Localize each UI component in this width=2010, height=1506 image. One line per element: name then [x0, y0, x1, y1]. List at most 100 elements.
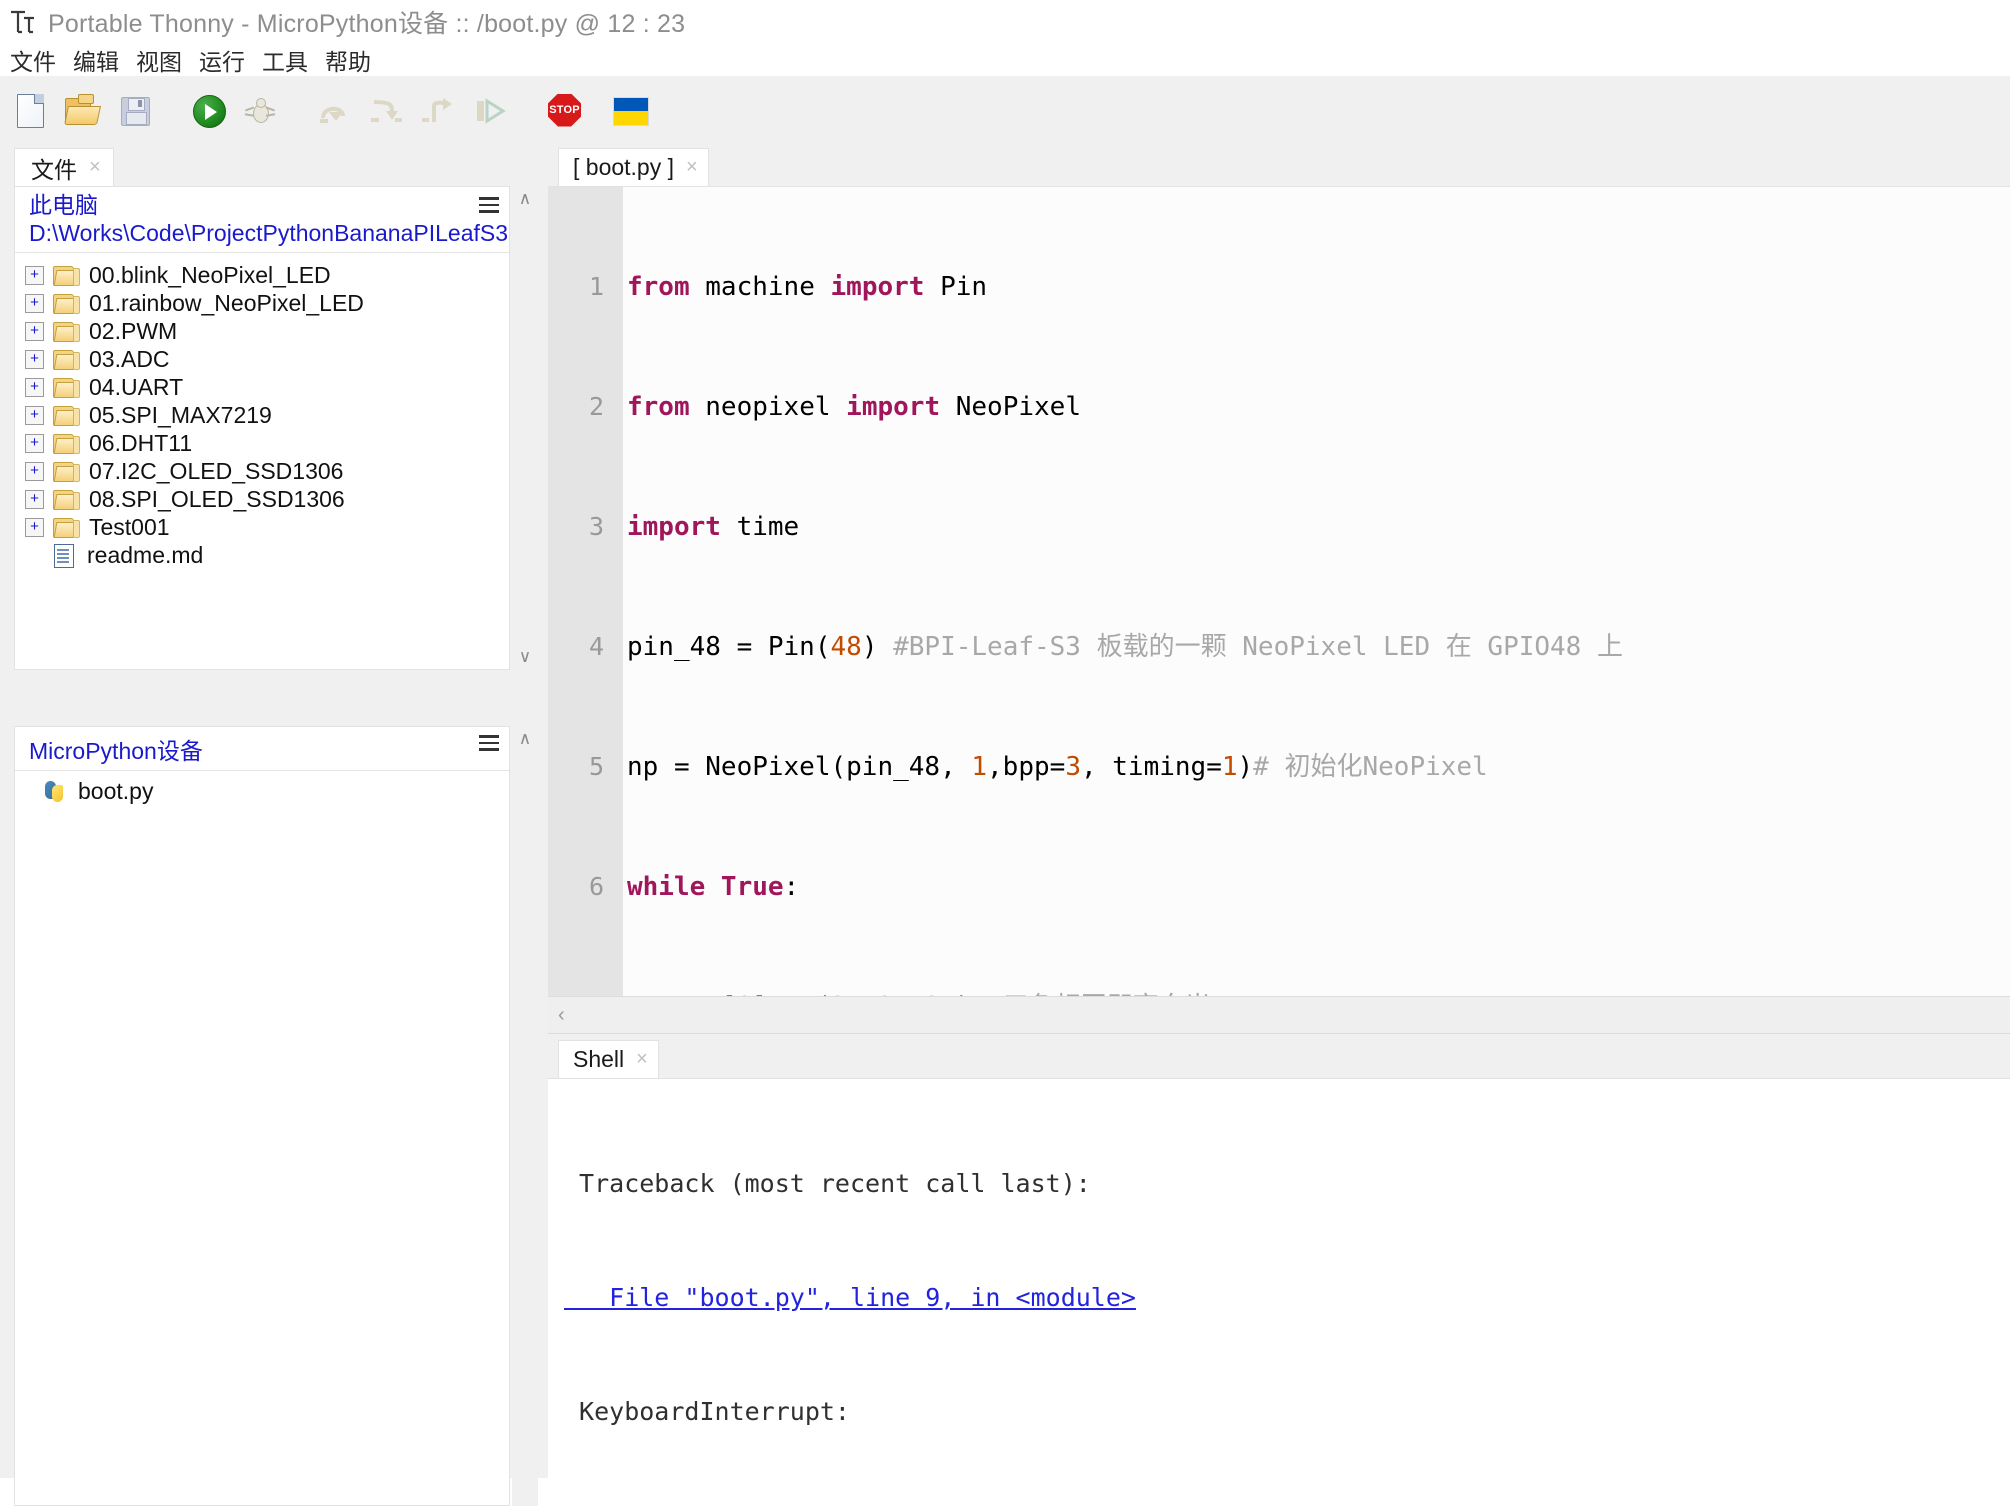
menu-help[interactable]: 帮助 [325, 43, 371, 77]
tab-shell[interactable]: Shell × [558, 1040, 659, 1078]
expand-icon[interactable]: + [25, 293, 44, 313]
folder-icon [53, 292, 80, 314]
step-out-button[interactable] [416, 89, 460, 133]
tree-item-file[interactable]: readme.md [15, 541, 509, 569]
tree-item-folder[interactable]: + 02.PWM [15, 317, 509, 345]
scroll-down-icon[interactable]: ∨ [512, 644, 538, 670]
step-over-button[interactable] [312, 89, 356, 133]
thonny-window: Portable Thonny - MicroPython设备 :: /boot… [0, 0, 2010, 1506]
tree-item-folder[interactable]: + 08.SPI_OLED_SSD1306 [15, 485, 509, 513]
resume-icon [474, 97, 506, 124]
tree-item-label: 07.I2C_OLED_SSD1306 [89, 457, 344, 484]
menu-run[interactable]: 运行 [199, 43, 245, 77]
tree-item-label: 01.rainbow_NeoPixel_LED [89, 289, 364, 316]
tree-item-folder[interactable]: + 00.blink_NeoPixel_LED [15, 261, 509, 289]
expand-icon[interactable]: + [25, 321, 44, 341]
files-tab-strip: 文件 × [0, 146, 548, 186]
device-list-item[interactable]: boot.py [15, 777, 509, 805]
stop-icon: STOP [548, 93, 581, 127]
new-file-icon [17, 93, 44, 128]
run-button[interactable] [186, 89, 230, 133]
save-button[interactable] [112, 89, 156, 133]
folder-icon [53, 348, 80, 370]
close-icon[interactable]: × [636, 1048, 648, 1071]
tree-item-folder[interactable]: + Test001 [15, 513, 509, 541]
expand-icon[interactable]: + [25, 489, 44, 509]
device-panel: MicroPython设备 boot.py [14, 726, 510, 1506]
line-source: np = NeoPixel(pin_48, 1,bpp=3, timing=1)… [627, 752, 1488, 782]
expand-icon[interactable]: + [25, 461, 44, 481]
tree-item-folder[interactable]: + 04.UART [15, 373, 509, 401]
shell-line: Traceback (most recent call last): [564, 1169, 1091, 1198]
shell-line-link[interactable]: File "boot.py", line 9, in <module> [564, 1279, 2010, 1317]
resume-button[interactable] [468, 89, 512, 133]
expand-icon[interactable]: + [25, 517, 44, 537]
debug-bug-icon [244, 97, 276, 123]
step-into-icon [370, 98, 402, 124]
step-into-button[interactable] [364, 89, 408, 133]
tree-item-folder[interactable]: + 01.rainbow_NeoPixel_LED [15, 289, 509, 317]
folder-icon [53, 376, 80, 398]
tree-item-folder[interactable]: + 05.SPI_MAX7219 [15, 401, 509, 429]
line-source: np[0] = (25,25,25) #三色相同即亮白光 [627, 987, 1211, 996]
tab-shell-label: Shell [573, 1046, 625, 1072]
stop-button[interactable]: STOP [542, 89, 586, 133]
expand-icon[interactable]: + [25, 405, 44, 425]
tab-boot-py[interactable]: [ boot.py ] × [558, 148, 709, 186]
code-content[interactable]: 1 from machine import Pin 2 from neopixel … [548, 187, 2010, 996]
debug-button[interactable] [238, 89, 282, 133]
menu-file[interactable]: 文件 [10, 43, 56, 77]
expand-icon[interactable]: + [25, 377, 44, 397]
device-panel-scrollbar[interactable]: ∧ [512, 726, 538, 1506]
expand-icon[interactable]: + [25, 349, 44, 369]
tree-item-folder[interactable]: + 07.I2C_OLED_SSD1306 [15, 457, 509, 485]
ukraine-flag-button[interactable] [608, 89, 652, 133]
code-line: 1 from machine import Pin [548, 267, 2010, 307]
folder-icon [53, 516, 80, 538]
menu-tools[interactable]: 工具 [262, 43, 308, 77]
scroll-up-icon[interactable]: ∧ [512, 186, 538, 212]
code-line: 6 while True: [548, 867, 2010, 907]
ukraine-flag-icon [613, 96, 649, 126]
close-icon[interactable]: × [89, 156, 101, 179]
line-number: 7 [548, 987, 604, 996]
hamburger-menu-icon[interactable] [479, 735, 499, 751]
expand-icon[interactable]: + [25, 433, 44, 453]
new-file-button[interactable] [8, 89, 52, 133]
line-source: import time [627, 512, 800, 542]
tree-item-label: 00.blink_NeoPixel_LED [89, 261, 331, 288]
python-file-icon [42, 779, 68, 803]
run-icon [193, 94, 226, 128]
menu-view[interactable]: 视图 [136, 43, 182, 77]
shell-console[interactable]: Traceback (most recent call last): File … [548, 1078, 2010, 1478]
files-path-label[interactable]: D:\Works\Code\ProjectPythonBananaPILeafS… [29, 219, 509, 248]
tab-files[interactable]: 文件 × [14, 148, 114, 186]
tree-item-folder[interactable]: + 03.ADC [15, 345, 509, 373]
expand-icon[interactable]: + [25, 265, 44, 285]
shell-tab-strip: Shell × [548, 1038, 2010, 1078]
device-file-list: boot.py [15, 771, 509, 805]
scroll-left-icon[interactable]: ‹ [558, 1004, 565, 1027]
expand-icon-placeholder [25, 783, 33, 800]
scroll-up-icon[interactable]: ∧ [512, 726, 538, 752]
tree-item-label: Test001 [89, 513, 170, 540]
code-editor[interactable]: 1 from machine import Pin 2 from neopixel … [548, 186, 2010, 996]
window-title: Portable Thonny - MicroPython设备 :: /boot… [48, 10, 686, 38]
menu-bar: 文件 编辑 视图 运行 工具 帮助 [0, 44, 2010, 76]
device-panel-header: MicroPython设备 [15, 727, 509, 771]
tree-item-label: 04.UART [89, 373, 184, 400]
device-panel-title: MicroPython设备 [29, 738, 203, 764]
files-panel-scrollbar[interactable]: ∧ ∨ [512, 186, 538, 670]
tree-item-folder[interactable]: + 06.DHT11 [15, 429, 509, 457]
editor-horizontal-scrollbar[interactable]: ‹ [548, 996, 2010, 1034]
close-icon[interactable]: × [686, 156, 698, 179]
open-file-button[interactable] [60, 89, 104, 133]
line-number: 6 [588, 872, 604, 901]
files-root-label[interactable]: 此电脑 [29, 192, 509, 219]
line-number: 4 [588, 632, 604, 661]
menu-edit[interactable]: 编辑 [73, 43, 119, 77]
save-icon [121, 96, 150, 126]
hamburger-menu-icon[interactable] [479, 197, 499, 213]
tab-files-label: 文件 [31, 156, 77, 183]
left-sidebar: 文件 × 此电脑 D:\Works\Code\ProjectPythonBana… [0, 146, 548, 1506]
